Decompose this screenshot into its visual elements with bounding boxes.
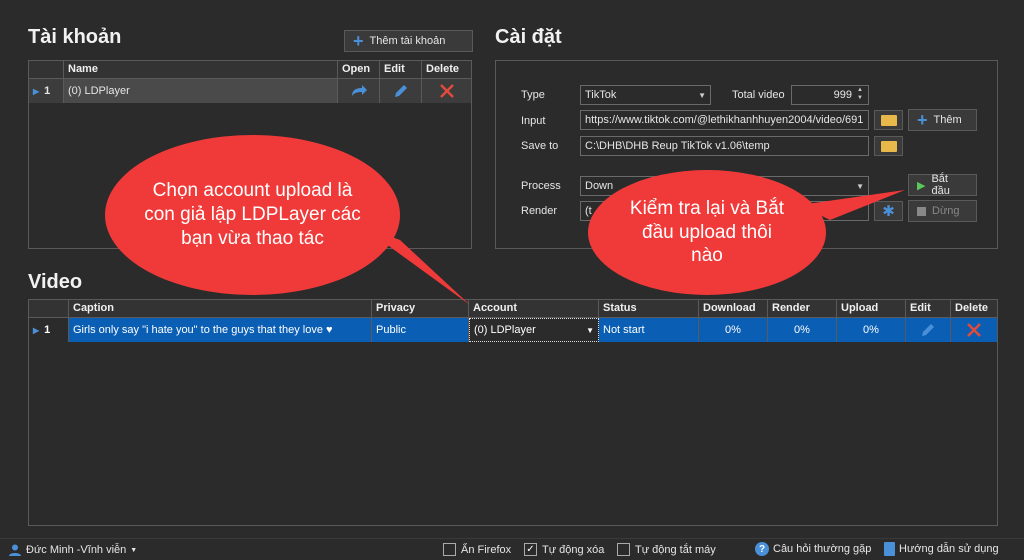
user-icon bbox=[9, 544, 21, 556]
help-icon: ? bbox=[755, 542, 769, 556]
hide-firefox-label: Ẩn Firefox bbox=[461, 543, 512, 556]
user-name: Đức Minh -Vĩnh viễn bbox=[26, 544, 127, 556]
auto-shutdown-checkbox[interactable] bbox=[617, 543, 630, 556]
faq-label: Câu hỏi thường gặp bbox=[773, 543, 872, 555]
right-callout: Kiểm tra lại và Bắt đầu upload thôi nào bbox=[588, 170, 826, 295]
auto-delete-label: Tự động xóa bbox=[542, 543, 605, 556]
hide-firefox-toggle[interactable]: Ẩn Firefox bbox=[443, 543, 511, 556]
hide-firefox-checkbox[interactable] bbox=[443, 543, 456, 556]
auto-shutdown-label: Tự động tắt máy bbox=[635, 543, 716, 556]
faq-link[interactable]: ? Câu hỏi thường gặp bbox=[755, 542, 871, 556]
book-icon bbox=[884, 542, 895, 556]
status-bar: Đức Minh -Vĩnh viễn ▼ Ẩn Firefox ✓ Tự độ… bbox=[0, 538, 1024, 560]
guide-link[interactable]: Hướng dẫn sử dụng bbox=[884, 542, 999, 556]
chevron-down-icon: ▼ bbox=[130, 546, 138, 554]
auto-shutdown-toggle[interactable]: Tự động tắt máy bbox=[617, 543, 716, 556]
left-callout: Chọn account upload là con giả lập LDPLa… bbox=[105, 135, 400, 295]
auto-delete-toggle[interactable]: ✓ Tự động xóa bbox=[524, 543, 604, 556]
callout-tails bbox=[360, 190, 905, 305]
auto-delete-checkbox[interactable]: ✓ bbox=[524, 543, 537, 556]
guide-label: Hướng dẫn sử dụng bbox=[899, 543, 999, 555]
user-menu[interactable]: Đức Minh -Vĩnh viễn ▼ bbox=[8, 543, 137, 557]
